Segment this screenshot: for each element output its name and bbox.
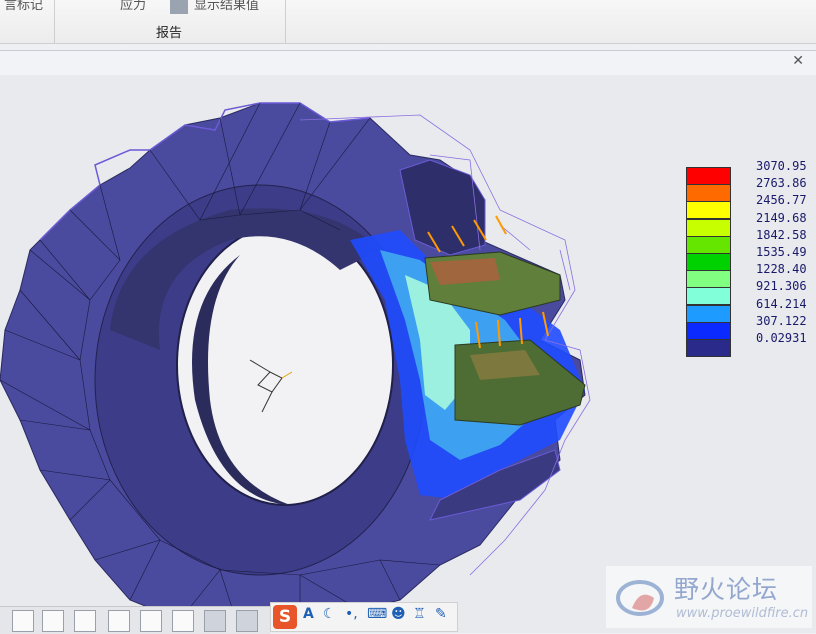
legend-value: 2456.77: [756, 193, 807, 208]
legend-swatch: [686, 270, 731, 289]
legend-value: 1535.49: [756, 245, 807, 259]
legend-value: 2763.86: [756, 176, 807, 191]
sogou-s-icon[interactable]: S: [273, 605, 297, 629]
graphics-toolbar: [0, 606, 270, 634]
forum-watermark: 野火论坛 www.proewildfire.cn: [606, 566, 812, 628]
wrench-icon[interactable]: ✎: [435, 606, 447, 622]
moon-icon[interactable]: ☾: [323, 606, 336, 622]
legend-value: 0.02931: [756, 331, 807, 345]
legend-value: 1842.58: [756, 227, 807, 242]
legend-swatch: [686, 287, 731, 306]
ribbon: 言标记 应力 显示结果值 报告: [0, 0, 816, 44]
ribbon-item-show-result-value[interactable]: 显示结果值: [194, 0, 259, 13]
graphics-viewport[interactable]: 3070.95 2763.86 2456.77 2149.68 1842.58 1535.…: [0, 75, 816, 633]
shirt-icon[interactable]: ♖: [413, 606, 426, 622]
legend-swatch: [686, 201, 731, 220]
layers-icon[interactable]: [204, 610, 226, 632]
orient-icon[interactable]: [172, 610, 194, 632]
zoom-in-icon[interactable]: [42, 610, 64, 632]
repaint-icon[interactable]: [108, 610, 130, 632]
legend-swatch: [686, 235, 731, 254]
legend-value: 614.214: [756, 296, 807, 311]
flame-logo-icon: [616, 580, 664, 616]
font-icon[interactable]: A: [303, 606, 314, 622]
legend-swatch: [686, 304, 731, 323]
legend-swatch: [686, 184, 731, 203]
legend-swatch: [686, 339, 731, 357]
close-icon[interactable]: ✕: [792, 53, 804, 69]
keyboard-icon[interactable]: ⌨: [367, 606, 387, 622]
legend-swatch: [686, 321, 731, 340]
result-window-header: [0, 50, 816, 76]
punct-icon[interactable]: •,: [345, 606, 358, 622]
legend-value: 921.306: [756, 279, 807, 294]
zoom-out-icon[interactable]: [74, 610, 96, 632]
legend-value: 2149.68: [756, 210, 807, 225]
legend-value: 307.122: [756, 313, 807, 328]
legend-value: 1228.40: [756, 262, 807, 277]
result-value-icon[interactable]: [170, 0, 188, 14]
zoom-fit-icon[interactable]: [12, 610, 34, 632]
ime-toolbar: S A ☾ •, ⌨ ☻ ♖ ✎: [270, 602, 458, 632]
legend-swatch: [686, 218, 731, 237]
ribbon-divider: [285, 0, 286, 43]
saved-views-icon[interactable]: [140, 610, 162, 632]
csys-display-icon[interactable]: [236, 610, 258, 632]
user-icon[interactable]: ☻: [391, 606, 406, 622]
ribbon-item-annotation[interactable]: 言标记: [4, 0, 43, 13]
watermark-url: www.proewildfire.cn: [676, 606, 809, 621]
ribbon-group-report: 报告: [156, 26, 183, 41]
legend-swatch: [686, 167, 731, 185]
legend-swatch: [686, 253, 731, 271]
ribbon-item-stress[interactable]: 应力: [120, 0, 146, 13]
legend-value: 3070.95: [756, 159, 807, 173]
watermark-title: 野火论坛: [674, 575, 779, 604]
ribbon-divider: [54, 0, 55, 43]
